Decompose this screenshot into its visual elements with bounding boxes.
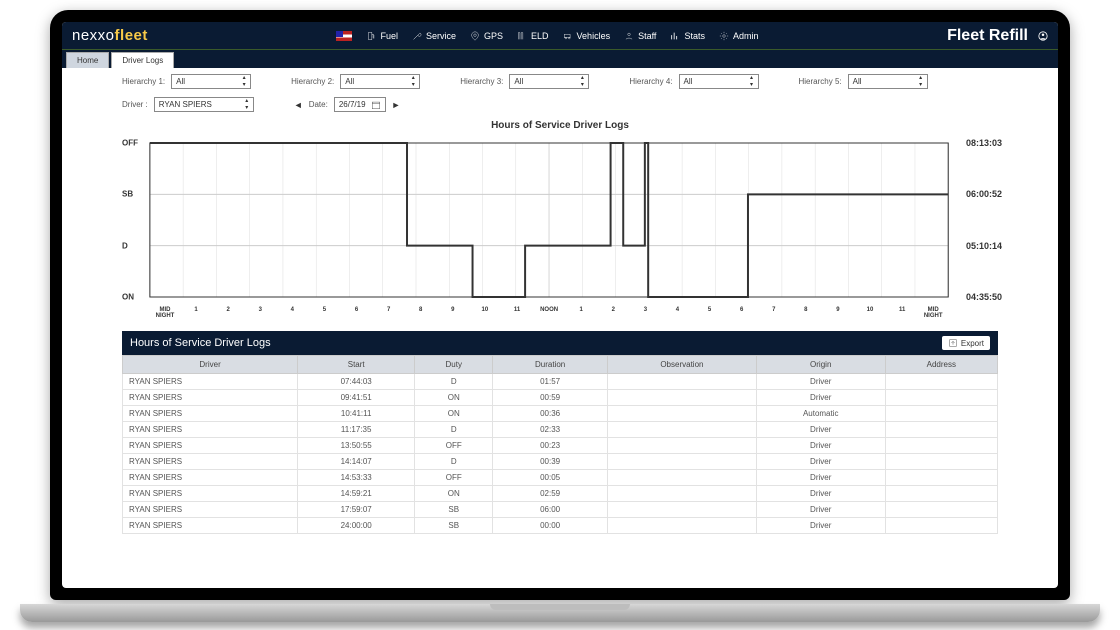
table-row[interactable]: RYAN SPIERS09:41:51ON00:59Driver [123, 390, 998, 406]
laptop-frame: nexxofleet Fuel Service GPS ELD Vehicles Staf… [50, 10, 1070, 600]
table-header-bar: Hours of Service Driver Logs Export [122, 331, 998, 355]
h1-select[interactable]: All▴▾ [171, 74, 251, 89]
tab-home[interactable]: Home [66, 52, 109, 68]
table-row[interactable]: RYAN SPIERS07:44:03D01:57Driver [123, 374, 998, 390]
top-navbar: nexxofleet Fuel Service GPS ELD Vehicles Staf… [62, 22, 1058, 50]
calendar-icon [371, 100, 381, 110]
table-col-header[interactable]: Duration [493, 356, 608, 374]
date-picker[interactable]: 26/7/19 [334, 97, 386, 112]
table-row[interactable]: RYAN SPIERS14:53:33OFF00:05Driver [123, 470, 998, 486]
log-table: DriverStartDutyDurationObservationOrigin… [122, 355, 998, 534]
driver-label: Driver : [122, 100, 148, 109]
nav-fuel[interactable]: Fuel [366, 31, 398, 41]
service-icon [412, 31, 422, 41]
brand-logo: nexxofleet [72, 27, 148, 44]
app-screen: nexxofleet Fuel Service GPS ELD Vehicles Staf… [62, 22, 1058, 588]
nav-stats[interactable]: Stats [670, 31, 705, 41]
tab-strip: Home Driver Logs [62, 50, 1058, 68]
tab-driver-logs[interactable]: Driver Logs [111, 52, 174, 68]
table-row[interactable]: RYAN SPIERS14:14:07D00:39Driver [123, 454, 998, 470]
table-row[interactable]: RYAN SPIERS17:59:07SB06:00Driver [123, 502, 998, 518]
gps-icon [470, 31, 480, 41]
date-next-icon[interactable]: ► [392, 100, 401, 110]
nav-right: Fleet Refill [947, 27, 1048, 45]
table-title: Hours of Service Driver Logs [130, 337, 271, 349]
export-button[interactable]: Export [942, 336, 990, 350]
vehicles-icon [563, 31, 573, 41]
table-col-header[interactable]: Address [885, 356, 997, 374]
table-row[interactable]: RYAN SPIERS10:41:11ON00:36Automatic [123, 406, 998, 422]
h2-select[interactable]: All▴▾ [340, 74, 420, 89]
table-row[interactable]: RYAN SPIERS24:00:00SB00:00Driver [123, 518, 998, 534]
eld-icon [517, 31, 527, 41]
nav-admin[interactable]: Admin [719, 31, 759, 41]
h3-select[interactable]: All▴▾ [509, 74, 589, 89]
admin-icon [719, 31, 729, 41]
laptop-base [20, 604, 1100, 622]
chart-total: 08:13:03 [966, 138, 1002, 148]
nav-menu: Fuel Service GPS ELD Vehicles Staff Stats Admin [336, 31, 758, 41]
table-col-header[interactable]: Duty [415, 356, 493, 374]
chart-ylabel: OFF [122, 138, 138, 147]
chart-total: 05:10:14 [966, 241, 1002, 251]
table-col-header[interactable]: Origin [756, 356, 885, 374]
table-row[interactable]: RYAN SPIERS13:50:55OFF00:23Driver [123, 438, 998, 454]
chart-x-axis: MID NIGHT1234567891011NOON1234567891011M… [122, 307, 998, 319]
date-prev-icon[interactable]: ◄ [294, 100, 303, 110]
chart-ylabel: SB [122, 190, 133, 199]
hos-chart: OFFSBDON 08:13:0306:00:5205:10:1404:35:5… [122, 135, 998, 305]
nav-vehicles[interactable]: Vehicles [563, 31, 611, 41]
export-icon [948, 338, 958, 348]
brand-prefix: nexxo [72, 27, 115, 44]
table-col-header[interactable]: Driver [123, 356, 298, 374]
h1-label: Hierarchy 1: [122, 77, 165, 86]
nav-staff[interactable]: Staff [624, 31, 656, 41]
chart-ylabel: ON [122, 293, 134, 302]
h5-label: Hierarchy 5: [799, 77, 842, 86]
chart-title: Hours of Service Driver Logs [122, 120, 998, 131]
stats-icon [670, 31, 680, 41]
chart-ylabel: D [122, 241, 128, 250]
staff-icon [624, 31, 634, 41]
corner-brand: Fleet Refill [947, 27, 1028, 45]
h3-label: Hierarchy 3: [460, 77, 503, 86]
chart-svg [122, 135, 998, 305]
brand-suffix: fleet [115, 27, 148, 44]
table-col-header[interactable]: Observation [607, 356, 756, 374]
chart-section: Hours of Service Driver Logs OFF SB D ON 08… [62, 120, 1058, 325]
h4-select[interactable]: All▴▾ [679, 74, 759, 89]
h5-select[interactable]: All▴▾ [848, 74, 928, 89]
h4-label: Hierarchy 4: [629, 77, 672, 86]
flag-icon[interactable] [336, 31, 352, 41]
table-row[interactable]: RYAN SPIERS11:17:35D02:33Driver [123, 422, 998, 438]
date-label: Date: [309, 100, 328, 109]
chart-total: 06:00:52 [966, 189, 1002, 199]
table-col-header[interactable]: Start [298, 356, 415, 374]
filter-bar: Hierarchy 1: All▴▾ Hierarchy 2: All▴▾ Hier… [62, 68, 1058, 118]
chart-total: 04:35:50 [966, 292, 1002, 302]
table-row[interactable]: RYAN SPIERS14:59:21ON02:59Driver [123, 486, 998, 502]
nav-eld[interactable]: ELD [517, 31, 549, 41]
h2-label: Hierarchy 2: [291, 77, 334, 86]
log-table-section: Hours of Service Driver Logs Export Driv… [62, 325, 1058, 544]
driver-select[interactable]: RYAN SPIERS▴▾ [154, 97, 254, 112]
nav-gps[interactable]: GPS [470, 31, 503, 41]
user-circle-icon[interactable] [1038, 31, 1048, 41]
fuel-icon [366, 31, 376, 41]
nav-service[interactable]: Service [412, 31, 456, 41]
